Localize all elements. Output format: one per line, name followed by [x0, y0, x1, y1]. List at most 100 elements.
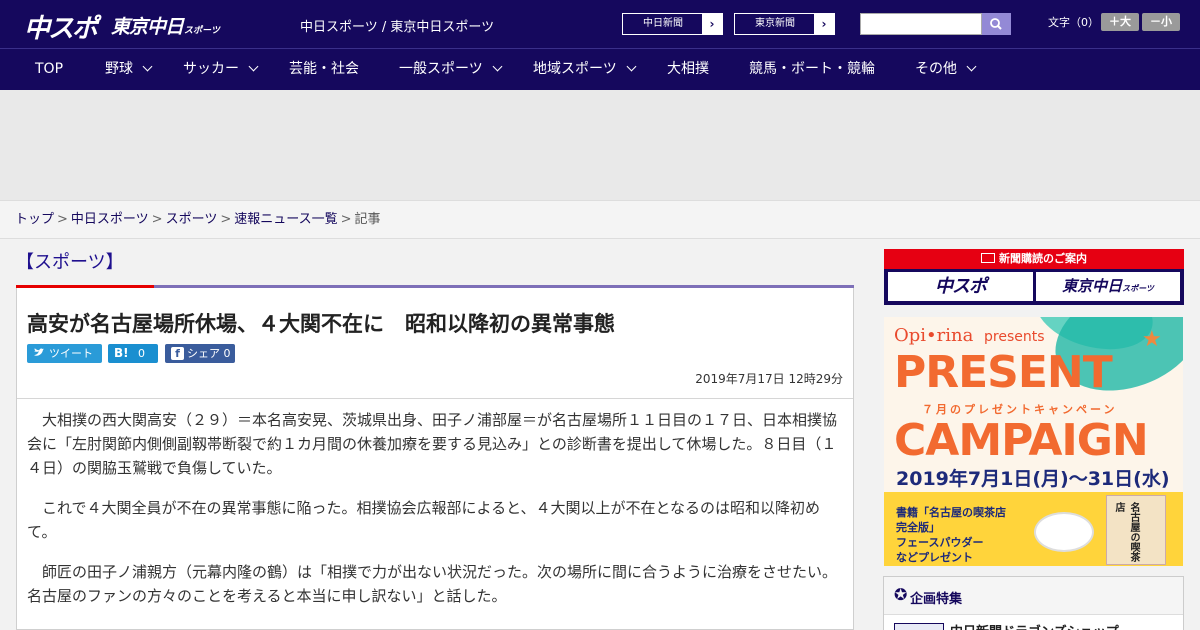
- article: 高安が名古屋場所休場、４大関不在に 昭和以降初の異常事態 ツイート B! 0 f…: [16, 288, 854, 630]
- facebook-share-label: シェア 0: [187, 344, 231, 363]
- main-nav: TOP 野球 サッカー 芸能・社会 一般スポーツ 地域スポーツ 大相撲 競馬・ボ…: [0, 48, 1200, 90]
- font-larger-button[interactable]: ＋大: [1101, 13, 1139, 31]
- book-title: 名古屋の喫茶店: [1113, 502, 1139, 562]
- breadcrumb: トップ > 中日スポーツ > スポーツ > 速報ニュース一覧 > 記事: [0, 200, 1200, 239]
- font-smaller-button[interactable]: －小: [1142, 13, 1180, 31]
- breadcrumb-top[interactable]: トップ: [15, 212, 54, 227]
- breadcrumb-separator: >: [340, 212, 352, 227]
- facebook-share-button[interactable]: f シェア 0: [165, 344, 235, 363]
- subscription-title: 新聞購読のご案内: [884, 249, 1184, 269]
- nav-item-sumo[interactable]: 大相撲: [667, 49, 709, 90]
- nav-label: サッカー: [183, 61, 239, 77]
- hatena-count: 0: [138, 347, 145, 360]
- promo-product: 書籍「名古屋の喫茶店 完全版」 フェースパウダー などプレゼント: [896, 505, 1006, 565]
- article-body: 大相撲の西大関高安（２９）＝本名高安晃、茨城県出身、田子ノ浦部屋＝が名古屋場所１…: [27, 408, 847, 624]
- subscription-title-text: 新聞購読のご案内: [999, 252, 1087, 265]
- article-paragraph: これで４大関全員が不在の異常事態に陥った。相撲協会広報部によると、４大関以上が不…: [27, 499, 821, 541]
- tokyo-shimbun-link[interactable]: 東京新聞 ›: [734, 13, 835, 35]
- chevron-down-icon: [142, 61, 153, 72]
- promo-brand: Opi•rina: [894, 325, 974, 346]
- article-headline: 高安が名古屋場所休場、４大関不在に 昭和以降初の異常事態: [27, 312, 615, 336]
- breadcrumb-sports[interactable]: スポーツ: [166, 212, 218, 227]
- starfish-icon: ★: [1142, 327, 1162, 352]
- tokyo-chunichi-logo[interactable]: 東京中日スポーツ: [111, 12, 220, 39]
- ad-banner-slot: [0, 90, 1200, 200]
- ribbon-icon: ✪: [894, 585, 908, 604]
- chevron-right-icon: ›: [702, 14, 722, 34]
- nav-label: 芸能・社会: [289, 61, 359, 77]
- feature-title: 企画特集: [910, 592, 963, 607]
- breadcrumb-separator: >: [220, 212, 232, 227]
- feature-item-dragons-shop[interactable]: 中日新聞ドラゴンズショップ: [950, 621, 1119, 630]
- promo-presents: presents: [984, 329, 1045, 345]
- publish-date: 2019年7月17日 12時29分: [695, 372, 843, 386]
- promo-product-line: 書籍「名古屋の喫茶店: [896, 506, 1006, 519]
- article-paragraph: 大相撲の西大関高安（２９）＝本名高安晃、茨城県出身、田子ノ浦部屋＝が名古屋場所１…: [27, 411, 838, 477]
- nav-item-general-sports[interactable]: 一般スポーツ: [399, 49, 503, 90]
- chevron-down-icon: [248, 61, 259, 72]
- top-header: 中スポ 東京中日スポーツ 中日スポーツ / 東京中日スポーツ 中日新聞 › 東京…: [0, 0, 1200, 48]
- promo-period: 2019年7月1日(月)〜31日(水): [896, 468, 1170, 490]
- nav-item-local-sports[interactable]: 地域スポーツ: [533, 49, 637, 90]
- tokyo-logo-sub: スポーツ: [184, 26, 220, 36]
- facebook-icon: f: [171, 344, 184, 363]
- nav-item-top[interactable]: TOP: [35, 49, 63, 90]
- breadcrumb-separator: >: [57, 212, 68, 227]
- subscribe-chuspo-button[interactable]: 中スポ: [888, 272, 1033, 301]
- search-input[interactable]: [860, 13, 982, 35]
- article-paragraph: 師匠の田子ノ浦親方（元幕内隆の鶴）は「相撲で力が出ない状況だった。次の場所に間に…: [27, 563, 838, 605]
- breadcrumb-separator: >: [151, 212, 163, 227]
- search-icon: [990, 18, 1002, 30]
- breadcrumb-current: 記事: [354, 212, 381, 227]
- subscribe-tokyo-chunichi-button[interactable]: 東京中日スポーツ: [1036, 272, 1180, 301]
- chuspo-logo[interactable]: 中スポ: [24, 8, 98, 45]
- nav-label: 一般スポーツ: [399, 61, 483, 77]
- tokyo-logo-text: 東京中日: [111, 16, 184, 38]
- feature-section: ✪ 企画特集 中日新聞ドラゴンズショップ: [883, 576, 1184, 630]
- nav-item-soccer[interactable]: サッカー: [183, 49, 259, 90]
- hatena-bookmark-button[interactable]: B! 0: [108, 344, 158, 363]
- chevron-right-icon: ›: [814, 14, 834, 34]
- nav-label: TOP: [35, 61, 64, 77]
- nav-label: 野球: [105, 61, 133, 77]
- subscription-box: 新聞購読のご案内 中スポ 東京中日スポーツ: [884, 249, 1184, 305]
- promo-line3: CAMPAIGN: [894, 415, 1149, 466]
- promo-product-line: などプレゼント: [896, 551, 973, 564]
- book-image: 名古屋の喫茶店: [1106, 495, 1166, 565]
- present-campaign-banner[interactable]: ★ Opi•rina presents PRESENT ７月のプレゼントキャンペ…: [884, 317, 1183, 566]
- nav-item-other[interactable]: その他: [915, 49, 977, 90]
- site-names: 中日スポーツ / 東京中日スポーツ: [300, 20, 495, 35]
- tweet-button[interactable]: ツイート: [27, 344, 102, 363]
- nav-label: 大相撲: [667, 61, 709, 77]
- subscribe-tokyo-small: スポーツ: [1122, 284, 1154, 293]
- tokyo-shimbun-label: 東京新聞: [755, 18, 795, 29]
- hatena-icon: B!: [114, 346, 129, 360]
- tweet-label: ツイート: [49, 347, 93, 360]
- promo-line1: PRESENT: [894, 347, 1113, 398]
- nav-label: 競馬・ボート・競輪: [749, 61, 875, 77]
- breadcrumb-news-list[interactable]: 速報ニュース一覧: [234, 212, 337, 227]
- face-powder-image: [1034, 512, 1094, 552]
- twitter-bird-icon: [33, 344, 45, 369]
- chunichi-shimbun-label: 中日新聞: [643, 18, 683, 29]
- subscribe-tokyo-text: 東京中日: [1062, 277, 1123, 295]
- nav-item-baseball[interactable]: 野球: [105, 49, 153, 90]
- feature-thumbnail[interactable]: [894, 623, 944, 630]
- chevron-down-icon: [626, 61, 637, 72]
- facebook-label-text: シェア: [187, 347, 220, 360]
- nav-label: 地域スポーツ: [533, 61, 617, 77]
- feature-header: ✪ 企画特集: [884, 577, 1183, 615]
- divider: [17, 398, 853, 399]
- chunichi-shimbun-link[interactable]: 中日新聞 ›: [622, 13, 723, 35]
- newspaper-icon: [981, 253, 995, 263]
- nav-item-entertainment[interactable]: 芸能・社会: [289, 49, 359, 90]
- promo-product-line: フェースパウダー: [896, 536, 984, 549]
- nav-item-racing[interactable]: 競馬・ボート・競輪: [749, 49, 875, 90]
- search-button[interactable]: [982, 13, 1011, 35]
- nav-label: その他: [915, 61, 957, 77]
- facebook-count: 0: [223, 347, 231, 360]
- font-size-label: 文字（0）: [1048, 16, 1099, 29]
- promo-product-line: 完全版」: [896, 521, 940, 534]
- chevron-down-icon: [492, 61, 503, 72]
- breadcrumb-chunichi-sports[interactable]: 中日スポーツ: [71, 212, 149, 227]
